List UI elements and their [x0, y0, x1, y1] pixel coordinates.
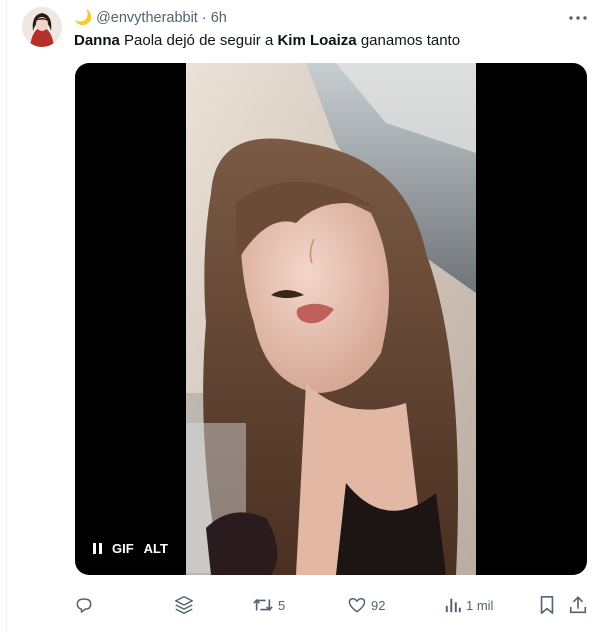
- gif-badge: GIF: [112, 541, 134, 556]
- more-button[interactable]: [566, 9, 590, 27]
- grok-button[interactable]: [173, 594, 195, 616]
- tweet-text: Danna Paola dejó de seguir a Kim Loaiza …: [74, 31, 460, 51]
- retweet-count: 5: [278, 597, 286, 613]
- views-button[interactable]: 1 mil: [444, 594, 493, 616]
- like-icon: [348, 598, 366, 613]
- moon-emoji: 🌙: [74, 10, 93, 26]
- tweet-text-segment-3: Kim Loaiza: [277, 32, 357, 49]
- views-icon: [445, 598, 461, 613]
- retweet-icon: [253, 599, 273, 611]
- gif-media[interactable]: GIF ALT: [75, 63, 587, 575]
- tweet-text-segment-4: ganamos tanto: [356, 32, 461, 49]
- tweet-text-segment-2: Paola dejó de seguir a: [119, 32, 278, 49]
- more-icon: [569, 16, 587, 20]
- bookmark-icon: [540, 596, 554, 614]
- share-button[interactable]: [568, 594, 588, 616]
- timeline-divider: [6, 0, 7, 632]
- media-controls: GIF ALT: [93, 541, 168, 556]
- tweet-header: 🌙 @envytherabbit · 6h: [74, 9, 227, 27]
- gif-frame: [186, 63, 476, 575]
- retweet-button[interactable]: 5: [252, 594, 285, 616]
- pause-icon[interactable]: [93, 543, 102, 554]
- share-icon: [569, 596, 587, 614]
- meta-separator: ·: [201, 9, 207, 26]
- grok-icon: [175, 596, 193, 614]
- tweet-actions: 5 92 1 mil: [74, 594, 590, 616]
- user-handle[interactable]: @envytherabbit: [96, 10, 198, 26]
- avatar-image: [22, 7, 62, 47]
- tweet-text-segment-1: Danna: [74, 32, 120, 49]
- tweet-timestamp[interactable]: 6h: [211, 10, 227, 26]
- like-count: 92: [371, 597, 386, 613]
- avatar[interactable]: [22, 7, 62, 47]
- views-count: 1 mil: [466, 597, 494, 613]
- reply-icon: [76, 598, 92, 613]
- like-button[interactable]: 92: [347, 594, 385, 616]
- reply-button[interactable]: [74, 594, 98, 616]
- bookmark-button[interactable]: [538, 594, 556, 616]
- alt-badge[interactable]: ALT: [144, 541, 168, 556]
